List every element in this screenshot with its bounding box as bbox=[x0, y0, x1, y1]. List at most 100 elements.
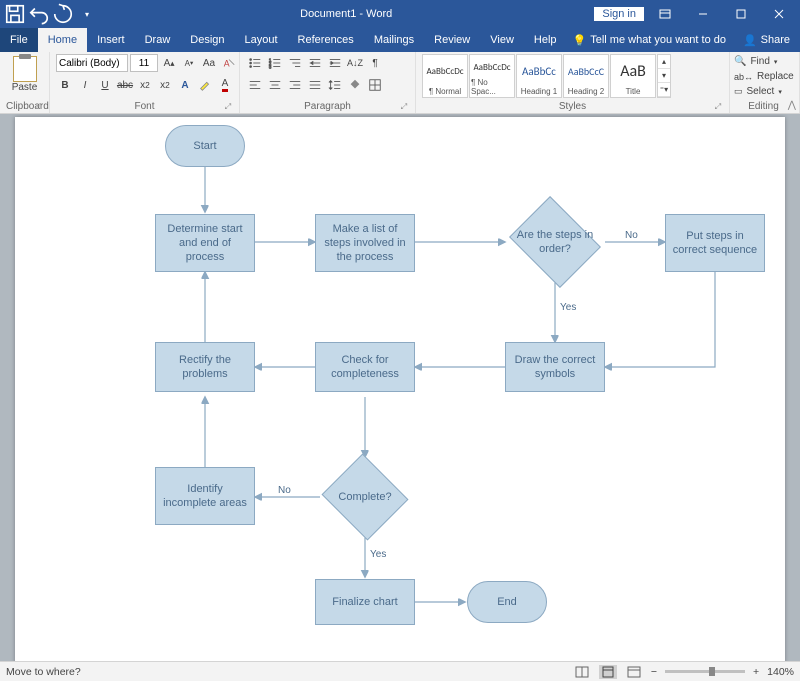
tab-insert[interactable]: Insert bbox=[87, 28, 135, 52]
sign-in-button[interactable]: Sign in bbox=[594, 7, 644, 21]
maximize-icon[interactable] bbox=[724, 2, 758, 26]
web-layout-icon[interactable] bbox=[625, 665, 643, 679]
tab-file[interactable]: File bbox=[0, 28, 38, 52]
find-label: Find bbox=[750, 56, 769, 67]
tab-view[interactable]: View bbox=[480, 28, 524, 52]
share-button[interactable]: 👤Share bbox=[733, 34, 800, 47]
style-no-spacing[interactable]: AaBbCcDc¶ No Spac... bbox=[469, 54, 515, 98]
numbering-icon[interactable]: 123 bbox=[266, 54, 284, 72]
flowchart-check[interactable]: Check for completeness bbox=[315, 342, 415, 392]
strikethrough-icon[interactable]: abc bbox=[116, 76, 134, 94]
ribbon-display-icon[interactable] bbox=[648, 2, 682, 26]
style-heading1[interactable]: AaBbCcHeading 1 bbox=[516, 54, 562, 98]
clear-formatting-icon[interactable]: A bbox=[220, 54, 238, 72]
style-heading2[interactable]: AaBbCcCHeading 2 bbox=[563, 54, 609, 98]
italic-icon[interactable]: I bbox=[76, 76, 94, 94]
tell-me-search[interactable]: 💡Tell me what you want to do bbox=[567, 34, 726, 47]
styles-down-icon[interactable]: ▾ bbox=[658, 69, 670, 83]
decrease-indent-icon[interactable] bbox=[306, 54, 324, 72]
underline-icon[interactable]: U bbox=[96, 76, 114, 94]
superscript-icon[interactable]: x2 bbox=[156, 76, 174, 94]
text-effects-icon[interactable]: A bbox=[176, 76, 194, 94]
tab-home[interactable]: Home bbox=[38, 28, 87, 52]
replace-button[interactable]: ab↔Replace bbox=[734, 69, 794, 84]
shrink-font-icon[interactable]: A▾ bbox=[180, 54, 198, 72]
tab-draw[interactable]: Draw bbox=[135, 28, 181, 52]
align-center-icon[interactable] bbox=[266, 76, 284, 94]
align-left-icon[interactable] bbox=[246, 76, 264, 94]
styles-gallery[interactable]: AaBbCcDc¶ Normal AaBbCcDc¶ No Spac... Aa… bbox=[422, 54, 671, 98]
flowchart-makelist[interactable]: Make a list of steps involved in the pro… bbox=[315, 214, 415, 272]
sort-icon[interactable]: A↓Z bbox=[346, 54, 364, 72]
borders-icon[interactable] bbox=[366, 76, 384, 94]
collapse-ribbon-icon[interactable]: ⋀ bbox=[788, 100, 796, 111]
paste-icon bbox=[13, 56, 37, 82]
grow-font-icon[interactable]: A▴ bbox=[160, 54, 178, 72]
flowchart-putsteps[interactable]: Put steps in correct sequence bbox=[665, 214, 765, 272]
tab-design[interactable]: Design bbox=[180, 28, 234, 52]
paste-button[interactable]: Paste bbox=[6, 54, 43, 93]
zoom-in-icon[interactable]: + bbox=[753, 666, 759, 678]
bullets-icon[interactable] bbox=[246, 54, 264, 72]
style-title[interactable]: AaBTitle bbox=[610, 54, 656, 98]
style-normal[interactable]: AaBbCcDc¶ Normal bbox=[422, 54, 468, 98]
flowchart-finalize[interactable]: Finalize chart bbox=[315, 579, 415, 625]
tab-references[interactable]: References bbox=[288, 28, 364, 52]
multilevel-list-icon[interactable] bbox=[286, 54, 304, 72]
tab-review[interactable]: Review bbox=[424, 28, 480, 52]
document-area[interactable]: Start Determine start and end of process… bbox=[0, 114, 800, 661]
qat-customize-icon[interactable]: ▾ bbox=[76, 3, 98, 25]
share-label: Share bbox=[761, 34, 790, 46]
font-family-select[interactable] bbox=[56, 54, 128, 72]
bold-icon[interactable]: B bbox=[56, 76, 74, 94]
save-icon[interactable] bbox=[4, 3, 26, 25]
show-marks-icon[interactable]: ¶ bbox=[366, 54, 384, 72]
increase-indent-icon[interactable] bbox=[326, 54, 344, 72]
flowchart-complete[interactable]: Complete? bbox=[320, 457, 410, 537]
flowchart-determine[interactable]: Determine start and end of process bbox=[155, 214, 255, 272]
font-color-icon[interactable]: A bbox=[216, 76, 234, 94]
svg-text:A: A bbox=[224, 59, 230, 69]
change-case-icon[interactable]: Aa bbox=[200, 54, 218, 72]
redo-icon[interactable] bbox=[52, 3, 74, 25]
flowchart-identify[interactable]: Identify incomplete areas bbox=[155, 467, 255, 525]
print-layout-icon[interactable] bbox=[599, 665, 617, 679]
select-button[interactable]: ▭Select▾ bbox=[734, 84, 782, 99]
font-launcher-icon[interactable]: ⤢ bbox=[223, 102, 233, 112]
label-no-2: No bbox=[278, 485, 291, 496]
svg-text:3: 3 bbox=[269, 64, 272, 69]
styles-more-icon[interactable]: ⁼▾ bbox=[658, 83, 670, 97]
undo-icon[interactable] bbox=[28, 3, 50, 25]
styles-scroll[interactable]: ▴▾⁼▾ bbox=[657, 54, 671, 98]
flowchart-start[interactable]: Start bbox=[165, 125, 245, 167]
paragraph-launcher-icon[interactable]: ⤢ bbox=[399, 102, 409, 112]
shading-icon[interactable] bbox=[346, 76, 364, 94]
zoom-out-icon[interactable]: − bbox=[651, 666, 657, 678]
font-size-select[interactable] bbox=[130, 54, 158, 72]
styles-label: Styles bbox=[559, 101, 586, 112]
styles-launcher-icon[interactable]: ⤢ bbox=[713, 102, 723, 112]
flowchart-draw[interactable]: Draw the correct symbols bbox=[505, 342, 605, 392]
subscript-icon[interactable]: x2 bbox=[136, 76, 154, 94]
styles-up-icon[interactable]: ▴ bbox=[658, 55, 670, 69]
flowchart-inorder[interactable]: Are the steps in order? bbox=[505, 202, 605, 282]
read-mode-icon[interactable] bbox=[573, 665, 591, 679]
close-icon[interactable] bbox=[762, 2, 796, 26]
minimize-icon[interactable] bbox=[686, 2, 720, 26]
flowchart-rectify[interactable]: Rectify the problems bbox=[155, 342, 255, 392]
align-right-icon[interactable] bbox=[286, 76, 304, 94]
find-button[interactable]: 🔍Find▾ bbox=[734, 54, 777, 69]
tab-layout[interactable]: Layout bbox=[235, 28, 288, 52]
tab-help[interactable]: Help bbox=[524, 28, 567, 52]
flowchart-end[interactable]: End bbox=[467, 581, 547, 623]
document-page[interactable]: Start Determine start and end of process… bbox=[15, 117, 785, 661]
zoom-level[interactable]: 140% bbox=[767, 666, 794, 678]
select-icon: ▭ bbox=[734, 86, 743, 97]
clipboard-launcher-icon[interactable]: ⤢ bbox=[33, 102, 43, 112]
highlight-icon[interactable] bbox=[196, 76, 214, 94]
justify-icon[interactable] bbox=[306, 76, 324, 94]
zoom-slider[interactable] bbox=[665, 670, 745, 673]
tab-mailings[interactable]: Mailings bbox=[364, 28, 424, 52]
line-spacing-icon[interactable] bbox=[326, 76, 344, 94]
ribbon-tabs: File Home Insert Draw Design Layout Refe… bbox=[0, 28, 800, 52]
